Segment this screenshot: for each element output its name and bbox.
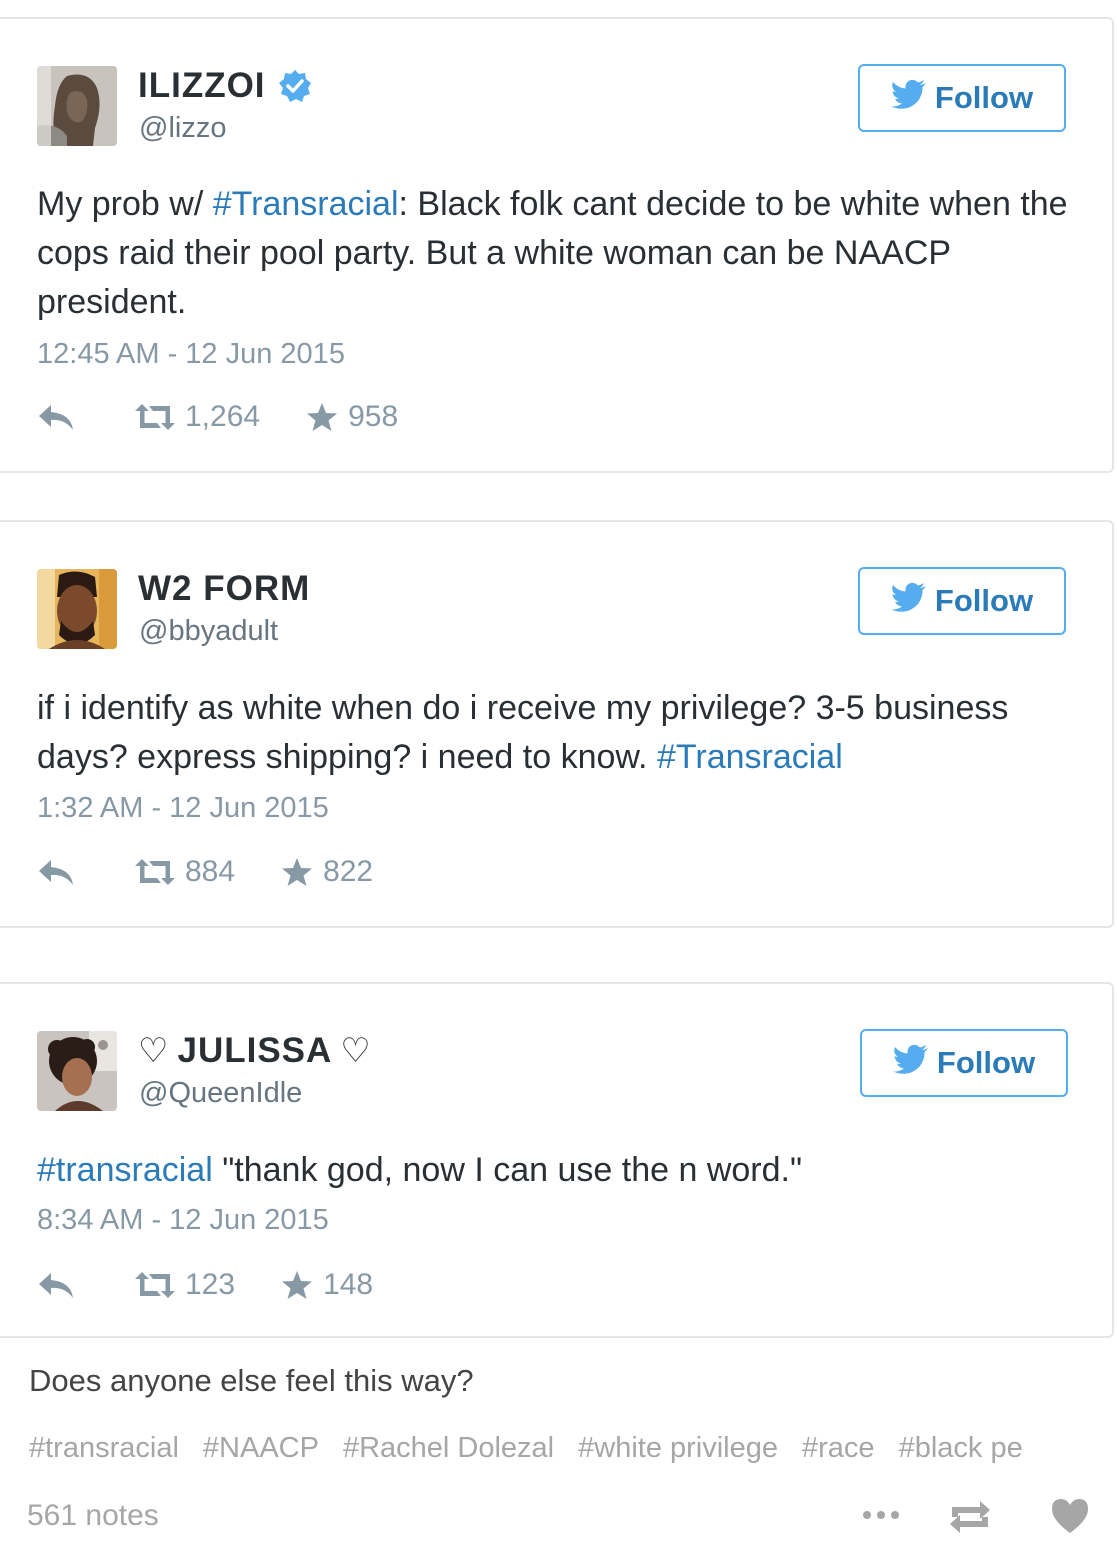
tweet-timestamp[interactable]: 1:32 AM - 12 Jun 2015 bbox=[37, 792, 329, 825]
heart-decoration: ♡ bbox=[138, 1032, 170, 1070]
twitter-bird-icon bbox=[890, 582, 927, 620]
tag-link[interactable]: #transracial bbox=[29, 1432, 179, 1465]
follow-button-label: Follow bbox=[936, 1045, 1036, 1080]
heart-decoration: ♡ bbox=[340, 1032, 372, 1070]
tweet-card: W2 FORM @bbyadult Follow if i identify a… bbox=[0, 520, 1114, 928]
star-icon[interactable] bbox=[281, 1270, 313, 1300]
avatar[interactable] bbox=[37, 1031, 117, 1111]
tweet-timestamp[interactable]: 8:34 AM - 12 Jun 2015 bbox=[37, 1204, 329, 1237]
twitter-bird-icon bbox=[890, 79, 927, 117]
display-name[interactable]: ILIZZOI bbox=[138, 66, 312, 106]
post-actions bbox=[860, 1493, 1100, 1541]
tweet-card: ♡ JULISSA ♡ @QueenIdle Follow #transracial… bbox=[0, 982, 1114, 1338]
user-handle[interactable]: @lizzo bbox=[139, 112, 226, 145]
favorite-count: 822 bbox=[323, 855, 374, 888]
tweet-text-segment: "thank god, now I can use the n word." bbox=[212, 1151, 803, 1189]
retweet-icon[interactable] bbox=[133, 402, 177, 432]
tag-link[interactable]: #black pe bbox=[899, 1432, 1023, 1465]
display-name[interactable]: ♡ JULISSA ♡ bbox=[138, 1031, 380, 1071]
tweet-actions: 123 148 bbox=[37, 1268, 373, 1302]
tag-link[interactable]: #NAACP bbox=[203, 1432, 319, 1465]
star-icon[interactable] bbox=[281, 857, 313, 887]
tweet-text-segment: if i identify as white when do i receive… bbox=[37, 689, 1009, 776]
tweet-text: if i identify as white when do i receive… bbox=[37, 684, 1072, 782]
display-name-text: JULISSA bbox=[177, 1031, 333, 1070]
reply-icon[interactable] bbox=[37, 402, 75, 432]
verified-badge-icon bbox=[278, 69, 312, 103]
display-name-text: W2 FORM bbox=[138, 569, 311, 608]
reply-icon[interactable] bbox=[37, 1270, 75, 1300]
reblog-icon[interactable] bbox=[948, 1497, 992, 1537]
retweet-count: 1,264 bbox=[185, 400, 261, 433]
tags-fade-overlay bbox=[1037, 1428, 1082, 1472]
heart-icon[interactable] bbox=[1050, 1497, 1090, 1535]
avatar[interactable] bbox=[37, 569, 117, 649]
hashtag-link[interactable]: #Transracial bbox=[213, 185, 399, 223]
tweet-timestamp[interactable]: 12:45 AM - 12 Jun 2015 bbox=[37, 338, 345, 371]
tweet-text-segment: My prob w/ bbox=[37, 185, 213, 223]
tweet-actions: 1,264 958 bbox=[37, 400, 398, 434]
user-handle[interactable]: @bbyadult bbox=[139, 615, 278, 648]
post-tags: #transracial #NAACP #Rachel Dolezal #white … bbox=[29, 1432, 1077, 1472]
notes-count[interactable]: 561 notes bbox=[27, 1499, 159, 1533]
tag-link[interactable]: #race bbox=[802, 1432, 875, 1465]
reply-icon[interactable] bbox=[37, 857, 75, 887]
tweet-text: #transracial "thank god, now I can use t… bbox=[37, 1146, 1072, 1195]
tag-link[interactable]: #Rachel Dolezal bbox=[343, 1432, 554, 1465]
twitter-bird-icon bbox=[892, 1044, 929, 1082]
follow-button[interactable]: Follow bbox=[858, 64, 1066, 132]
star-icon[interactable] bbox=[306, 402, 338, 432]
favorite-count: 148 bbox=[323, 1268, 374, 1301]
favorite-count: 958 bbox=[348, 400, 399, 433]
display-name[interactable]: W2 FORM bbox=[138, 569, 310, 609]
tweet-card: ILIZZOI @lizzo Follow My prob w/ #Transr… bbox=[0, 17, 1114, 473]
retweet-count: 884 bbox=[185, 855, 236, 888]
tweet-text: My prob w/ #Transracial: Black folk cant… bbox=[37, 180, 1072, 327]
follow-button[interactable]: Follow bbox=[860, 1029, 1068, 1097]
user-handle[interactable]: @QueenIdle bbox=[139, 1077, 302, 1110]
follow-button-label: Follow bbox=[934, 583, 1034, 618]
tweet-actions: 884 822 bbox=[37, 855, 373, 889]
more-dots-icon[interactable] bbox=[860, 1507, 902, 1523]
hashtag-link[interactable]: #transracial bbox=[37, 1151, 213, 1189]
retweet-count: 123 bbox=[185, 1268, 236, 1301]
retweet-icon[interactable] bbox=[133, 1270, 177, 1300]
post-caption: Does anyone else feel this way? bbox=[29, 1363, 474, 1398]
tag-link[interactable]: #white privilege bbox=[578, 1432, 778, 1465]
follow-button-label: Follow bbox=[934, 80, 1034, 115]
display-name-text: ILIZZOI bbox=[138, 66, 266, 105]
hashtag-link[interactable]: #Transracial bbox=[657, 738, 843, 776]
follow-button[interactable]: Follow bbox=[858, 567, 1066, 635]
avatar[interactable] bbox=[37, 66, 117, 146]
retweet-icon[interactable] bbox=[133, 857, 177, 887]
